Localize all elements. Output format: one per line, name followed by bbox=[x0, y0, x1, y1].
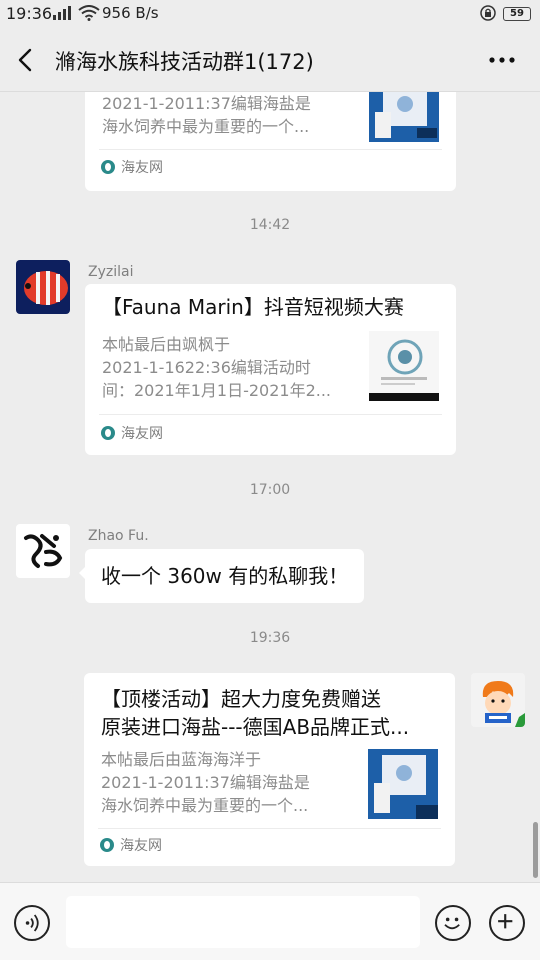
sender-name: Zhao Fu. bbox=[88, 528, 149, 544]
timestamp: 17:00 bbox=[249, 482, 291, 498]
card-thumbnail bbox=[369, 331, 439, 401]
card-description: 2021-1-2011:37编辑海盐是 海水饲养中最为重要的一个... bbox=[102, 92, 352, 138]
emoji-icon[interactable] bbox=[435, 905, 471, 941]
chat-title: 滫海水族科技活动群1(172) bbox=[55, 50, 314, 74]
card-divider bbox=[99, 414, 442, 415]
input-bar bbox=[0, 882, 540, 960]
card-description-line: 海水饲养中最为重要的一个... bbox=[102, 117, 310, 136]
card-source: 海友网 bbox=[100, 835, 162, 855]
card-description: 本帖最后由飒枫于 2021-1-1622:36编辑活动时 间：2021年1月1日… bbox=[102, 333, 352, 402]
timestamp: 19:36 bbox=[249, 630, 291, 646]
network-speed: 956 B/s bbox=[102, 4, 159, 22]
source-icon bbox=[101, 160, 115, 174]
card-description-line: 间：2021年1月1日-2021年2... bbox=[102, 381, 332, 400]
my-avatar[interactable] bbox=[471, 673, 525, 727]
status-bar: 19:36 956 B/s 59 bbox=[0, 0, 540, 28]
back-icon[interactable] bbox=[10, 44, 42, 76]
plus-icon[interactable] bbox=[489, 905, 525, 941]
source-icon bbox=[101, 426, 115, 440]
link-card[interactable]: 【Fauna Marin】抖音短视频大赛 本帖最后由飒枫于 2021-1-162… bbox=[85, 284, 456, 455]
voice-icon[interactable] bbox=[14, 905, 50, 941]
card-source-label: 海友网 bbox=[120, 838, 162, 854]
message-input[interactable] bbox=[66, 896, 420, 948]
link-card[interactable]: 2021-1-2011:37编辑海盐是 海水饲养中最为重要的一个... 海友网 bbox=[85, 92, 456, 191]
card-source: 海友网 bbox=[101, 157, 163, 177]
card-description-line: 2021-1-2011:37编辑海盐是 bbox=[102, 94, 311, 113]
card-title: 【Fauna Marin】抖音短视频大赛 bbox=[102, 295, 404, 319]
card-description: 本帖最后由蓝海海洋于 2021-1-2011:37编辑海盐是 海水饲养中最为重要… bbox=[101, 748, 351, 817]
rotation-lock-icon bbox=[480, 5, 496, 21]
card-description-line: 2021-1-2011:37编辑海盐是 bbox=[101, 773, 310, 792]
card-divider bbox=[98, 828, 441, 829]
card-thumbnail bbox=[369, 92, 439, 142]
card-description-line: 本帖最后由飒枫于 bbox=[102, 335, 231, 354]
battery-indicator: 59 bbox=[503, 7, 531, 21]
status-time: 19:36 bbox=[6, 4, 53, 23]
card-title: 原装进口海盐---德国AB品牌正式... bbox=[101, 715, 410, 739]
card-divider bbox=[99, 149, 442, 150]
card-thumbnail bbox=[368, 749, 438, 819]
more-icon[interactable] bbox=[482, 44, 522, 76]
message-list[interactable]: 2021-1-2011:37编辑海盐是 海水饲养中最为重要的一个... 海友网 … bbox=[0, 92, 540, 882]
signal-icon bbox=[53, 6, 71, 20]
card-source: 海友网 bbox=[101, 423, 163, 443]
link-card[interactable]: 【顶楼活动】超大力度免费赠送 原装进口海盐---德国AB品牌正式... 本帖最后… bbox=[84, 673, 455, 866]
card-description-line: 海水饲养中最为重要的一个... bbox=[101, 796, 309, 815]
card-source-label: 海友网 bbox=[121, 160, 163, 176]
avatar[interactable] bbox=[16, 524, 70, 578]
wifi-icon bbox=[78, 5, 100, 21]
card-description-line: 本帖最后由蓝海海洋于 bbox=[101, 750, 262, 769]
message-text: 收一个 360w 有的私聊我！ bbox=[101, 564, 349, 588]
sender-name: Zyzilai bbox=[88, 264, 134, 280]
avatar[interactable] bbox=[16, 260, 70, 314]
chat-header: 滫海水族科技活动群1(172) bbox=[0, 28, 540, 92]
card-description-line: 2021-1-1622:36编辑活动时 bbox=[102, 358, 311, 377]
card-title: 【顶楼活动】超大力度免费赠送 bbox=[101, 687, 381, 711]
text-message-bubble[interactable]: 收一个 360w 有的私聊我！ bbox=[78, 549, 365, 603]
timestamp: 14:42 bbox=[249, 217, 291, 233]
source-icon bbox=[100, 838, 114, 852]
scrollbar-thumb[interactable] bbox=[533, 822, 538, 878]
card-source-label: 海友网 bbox=[121, 426, 163, 442]
